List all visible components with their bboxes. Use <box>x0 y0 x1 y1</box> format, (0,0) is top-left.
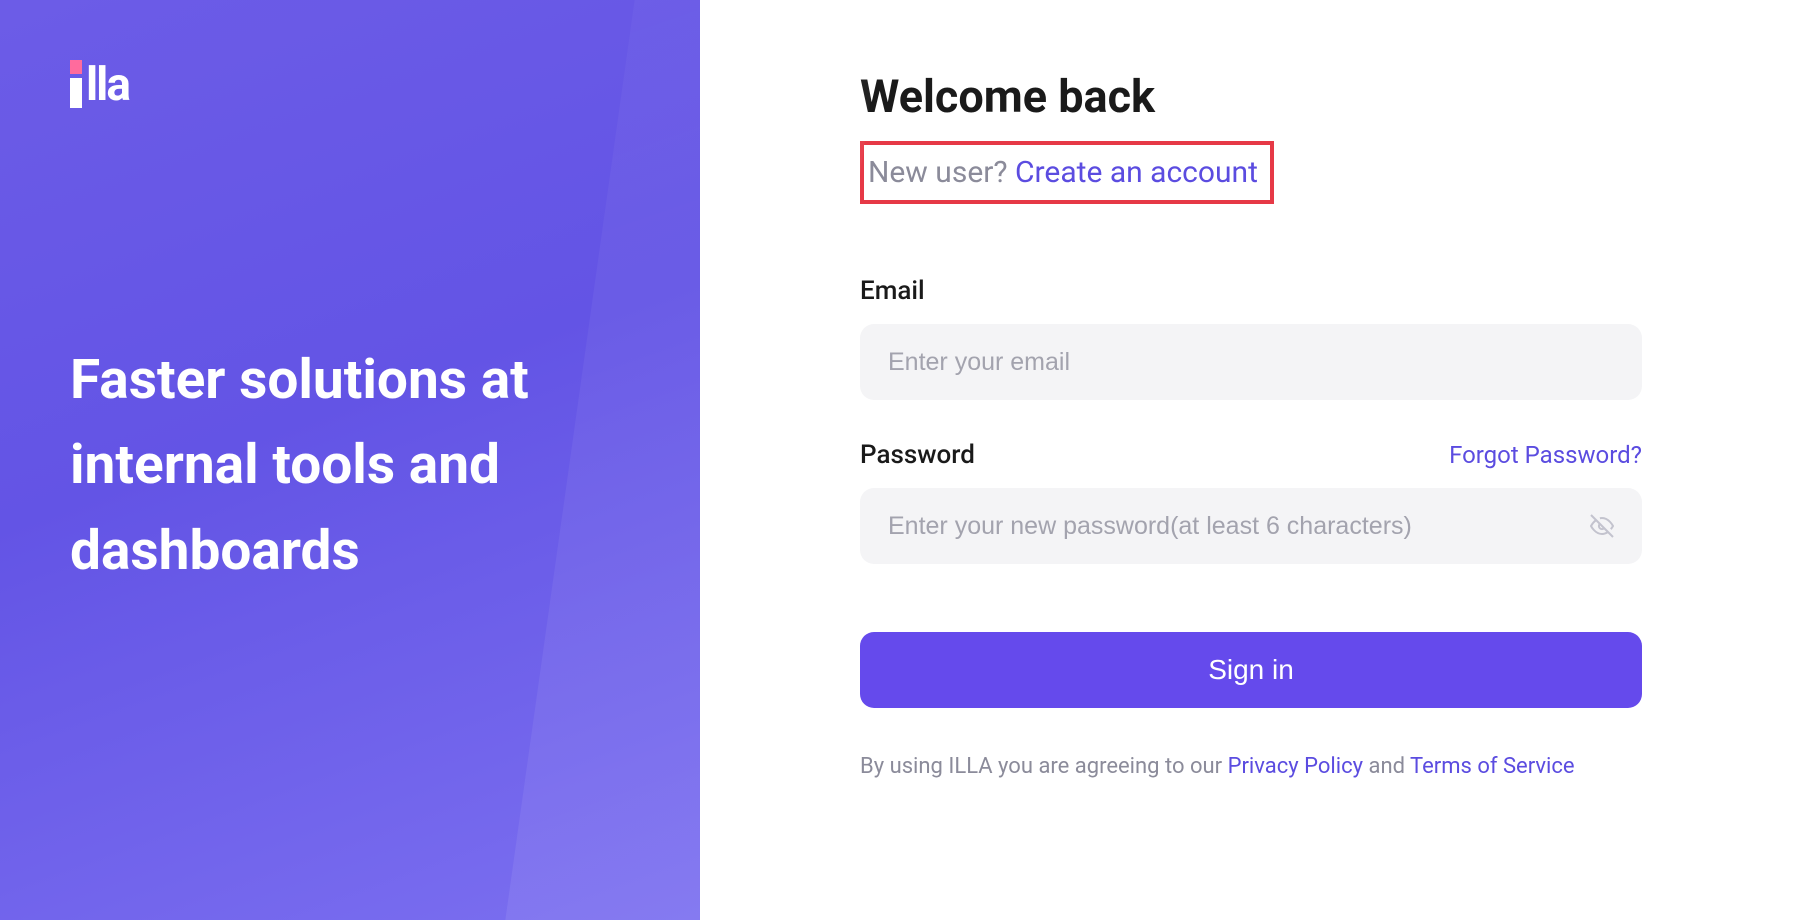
email-label: Email <box>860 276 925 306</box>
password-label: Password <box>860 440 975 470</box>
logo-text: lla <box>86 62 129 108</box>
terms-text: By using ILLA you are agreeing to our Pr… <box>860 750 1642 784</box>
password-field[interactable] <box>860 488 1642 564</box>
email-field[interactable] <box>860 324 1642 400</box>
privacy-policy-link[interactable]: Privacy Policy <box>1228 754 1363 779</box>
signin-panel: Welcome back New user? Create an account… <box>700 0 1802 920</box>
logo-i-glyph <box>70 60 82 108</box>
create-account-link[interactable]: Create an account <box>1015 155 1258 190</box>
terms-and: and <box>1363 754 1410 779</box>
eye-off-icon[interactable] <box>1590 514 1614 538</box>
email-group: Email <box>860 276 1642 400</box>
signin-button[interactable]: Sign in <box>860 632 1642 708</box>
hero-tagline: Faster solutions at internal tools and d… <box>70 338 630 594</box>
signup-prompt-highlight: New user? Create an account <box>860 141 1274 204</box>
terms-of-service-link[interactable]: Terms of Service <box>1410 754 1575 779</box>
page-title: Welcome back <box>860 70 1642 123</box>
password-group: Password Forgot Password? <box>860 440 1642 564</box>
terms-prefix: By using ILLA you are agreeing to our <box>860 754 1228 779</box>
new-user-prompt: New user? Create an account <box>868 155 1258 190</box>
left-hero-panel: lla Faster solutions at internal tools a… <box>0 0 700 920</box>
forgot-password-link[interactable]: Forgot Password? <box>1449 441 1642 469</box>
brand-logo: lla <box>70 60 630 108</box>
new-user-text: New user? <box>868 155 1015 190</box>
